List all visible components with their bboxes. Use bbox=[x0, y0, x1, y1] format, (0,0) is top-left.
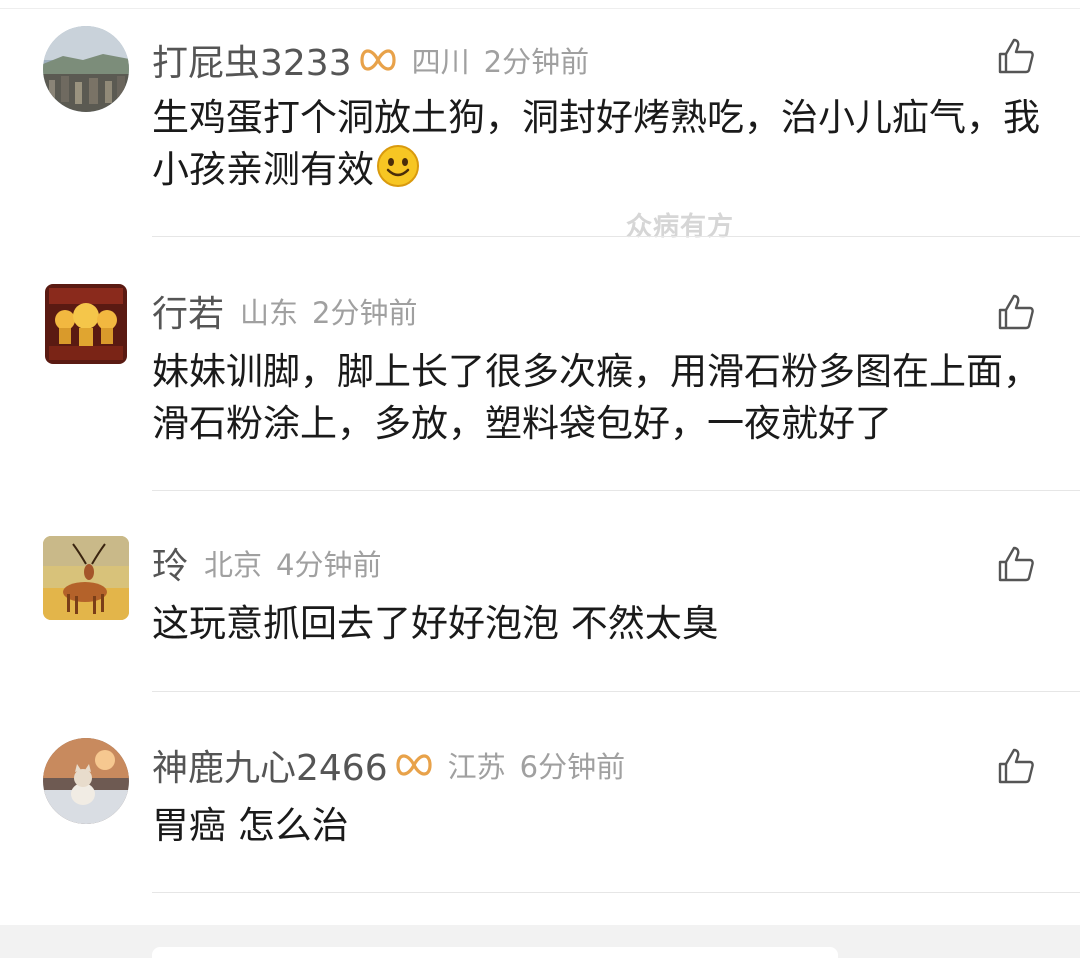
city-skyline-avatar bbox=[43, 26, 129, 112]
like-button[interactable] bbox=[996, 544, 1036, 584]
watermark: 众病有方 bbox=[626, 212, 735, 242]
username[interactable]: 行若 bbox=[152, 285, 224, 337]
infinity-badge-icon bbox=[358, 44, 398, 76]
thumbs-up-icon bbox=[998, 546, 1034, 582]
username[interactable]: 神鹿九心2466 bbox=[152, 739, 388, 791]
user-avatar[interactable] bbox=[43, 536, 129, 620]
user-avatar[interactable] bbox=[43, 26, 129, 112]
like-button[interactable] bbox=[996, 746, 1036, 786]
comment-meta: 打屁虫3233 四川 2分钟前 bbox=[152, 35, 589, 85]
username[interactable]: 打屁虫3233 bbox=[152, 34, 352, 86]
timestamp: 4分钟前 bbox=[276, 548, 382, 582]
timestamp: 6分钟前 bbox=[519, 750, 626, 784]
comment-text-content: 生鸡蛋打个洞放土狗，洞封好烤熟吃，治小儿疝气，我小孩亲测有效 bbox=[152, 96, 1040, 191]
thumbs-up-icon bbox=[998, 38, 1034, 74]
user-avatar[interactable] bbox=[43, 738, 129, 824]
buddha-shrine-avatar bbox=[45, 284, 127, 364]
comment-text: 这玩意抓回去了好好泡泡 不然太臭 bbox=[152, 602, 719, 645]
location: 北京 bbox=[204, 548, 263, 582]
antelope-avatar bbox=[43, 536, 129, 620]
comment-text: 生鸡蛋打个洞放土狗，洞封好烤熟吃，治小儿疝气，我小孩亲测有效 bbox=[152, 92, 1052, 196]
comment-divider bbox=[152, 490, 1080, 491]
user-avatar[interactable] bbox=[45, 284, 127, 364]
comment-divider bbox=[152, 691, 1080, 692]
like-button[interactable] bbox=[996, 36, 1036, 76]
cat-snow-avatar bbox=[43, 738, 129, 824]
infinity-badge-icon bbox=[394, 749, 434, 781]
comment-meta: 玲 北京 4分钟前 bbox=[152, 538, 381, 588]
thumbs-up-icon bbox=[998, 748, 1034, 784]
location: 四川 bbox=[411, 45, 470, 79]
comment-meta: 行若 山东 2分钟前 bbox=[152, 286, 417, 336]
comment-input-area[interactable] bbox=[152, 947, 838, 967]
comment-text: 胃癌 怎么治 bbox=[152, 804, 349, 847]
thumbs-up-icon bbox=[998, 294, 1034, 330]
comment-divider bbox=[152, 236, 1080, 237]
comment-meta: 神鹿九心2466 江苏 6分钟前 bbox=[152, 740, 625, 790]
smile-emoji bbox=[376, 144, 420, 188]
timestamp: 2分钟前 bbox=[483, 45, 590, 79]
top-divider bbox=[0, 8, 1080, 9]
location: 江苏 bbox=[447, 750, 506, 784]
comment-text: 妹妹训脚，脚上长了很多次瘊，用滑石粉多图在上面，滑石粉涂上，多放，塑料袋包好，一… bbox=[152, 350, 1040, 445]
location: 山东 bbox=[240, 296, 299, 330]
comment-divider bbox=[152, 892, 1080, 893]
timestamp: 2分钟前 bbox=[312, 296, 418, 330]
like-button[interactable] bbox=[996, 292, 1036, 332]
username[interactable]: 玲 bbox=[152, 537, 188, 589]
